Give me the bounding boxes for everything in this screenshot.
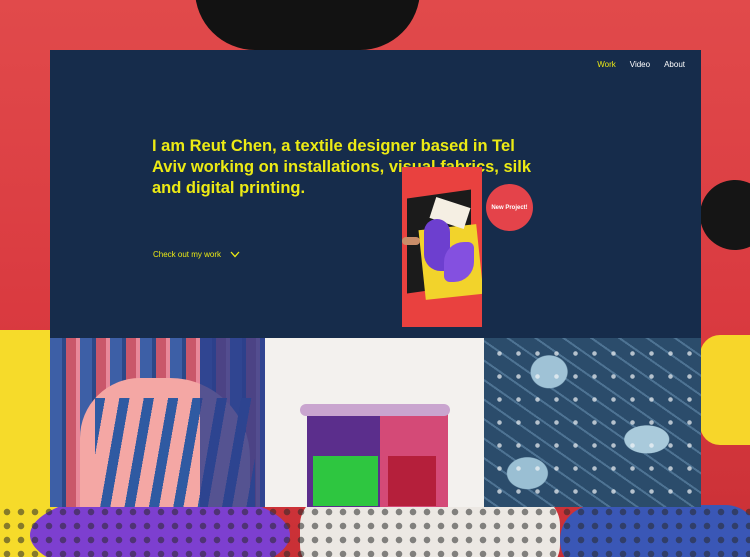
new-project-badge[interactable]: New Project!: [486, 184, 533, 231]
hero-section: Work Video About I am Reut Chen, a texti…: [50, 50, 701, 338]
nav-item-about[interactable]: About: [664, 60, 685, 69]
check-out-work-link[interactable]: Check out my work: [153, 250, 240, 259]
portfolio-gallery: [50, 338, 701, 507]
portfolio-tile-fabric[interactable]: [265, 338, 484, 507]
check-out-work-label: Check out my work: [153, 250, 222, 259]
chevron-down-icon: [230, 251, 240, 258]
new-project-label: New Project!: [491, 204, 528, 211]
nav-item-video[interactable]: Video: [630, 60, 650, 69]
portfolio-tile-print[interactable]: [484, 338, 701, 507]
featured-project-image[interactable]: [402, 167, 482, 327]
nav-item-work[interactable]: Work: [597, 60, 616, 69]
portfolio-tile-woven[interactable]: [50, 338, 265, 507]
main-nav: Work Video About: [597, 60, 685, 69]
website-window: Work Video About I am Reut Chen, a texti…: [50, 50, 701, 507]
